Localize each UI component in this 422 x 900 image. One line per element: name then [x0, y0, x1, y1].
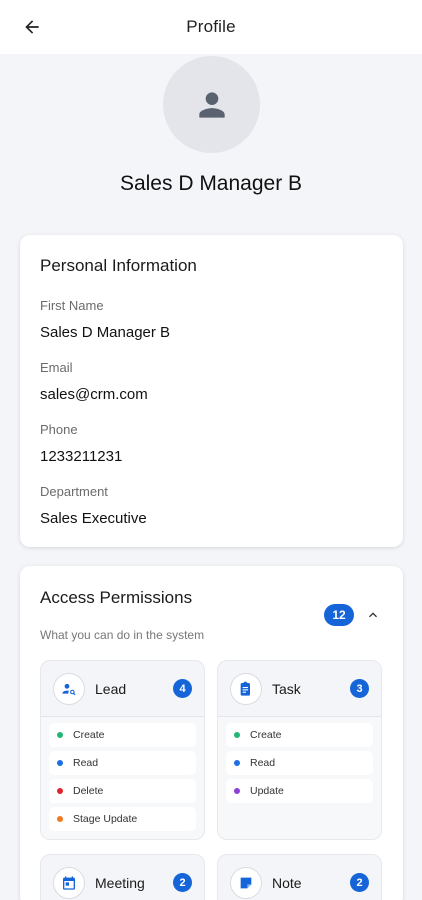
permission-module-meeting[interactable]: Meeting 2 [40, 854, 205, 900]
status-dot [57, 732, 63, 738]
first-name-field: First Name Sales D Manager B [40, 298, 383, 341]
field-label: First Name [40, 298, 104, 313]
field-value: Sales D Manager B [40, 324, 171, 341]
permission-action: Read [226, 751, 373, 775]
access-permissions-card: Access Permissions What you can do in th… [20, 566, 403, 900]
module-icon-wrap [230, 866, 262, 899]
module-actions: Create Read Update [218, 717, 381, 839]
person-search-icon [62, 683, 76, 695]
app-bar: Profile [0, 0, 422, 54]
module-count-badge: 2 [173, 873, 192, 892]
module-header: Task 3 [218, 661, 381, 717]
module-name: Meeting [95, 874, 145, 891]
permission-action: Create [226, 723, 373, 747]
status-dot [234, 788, 240, 794]
action-label: Update [250, 785, 284, 797]
module-name: Note [272, 874, 302, 891]
module-name: Lead [95, 680, 127, 697]
module-count-badge: 4 [173, 679, 192, 698]
status-dot [57, 816, 63, 822]
field-label: Department [40, 484, 108, 499]
field-value: sales@crm.com [40, 386, 148, 403]
chevron-up-icon [369, 612, 377, 618]
permission-action: Delete [49, 779, 196, 803]
personal-information-card: Personal Information First Name Sales D … [20, 235, 403, 547]
field-label: Phone [40, 422, 78, 437]
status-dot [57, 788, 63, 794]
permission-action: Create [49, 723, 196, 747]
status-dot [57, 760, 63, 766]
arrow-left-icon [25, 20, 39, 34]
field-value: 1233211231 [40, 448, 123, 465]
action-label: Read [73, 757, 99, 769]
module-icon-wrap [230, 672, 262, 705]
field-value: Sales Executive [40, 510, 147, 527]
email-field: Email sales@crm.com [40, 360, 383, 403]
permission-action: Stage Update [49, 807, 196, 831]
calendar-icon [63, 875, 75, 890]
avatar [163, 56, 260, 153]
note-icon [240, 877, 252, 888]
action-label: Create [73, 729, 105, 741]
module-icon-wrap [53, 866, 85, 899]
module-icon-wrap [53, 672, 85, 705]
department-field: Department Sales Executive [40, 484, 383, 527]
user-name: Sales D Manager B [119, 172, 303, 195]
access-permissions-subtitle: What you can do in the system [40, 628, 205, 642]
personal-information-title: Personal Information [40, 256, 197, 275]
collapse-button[interactable] [360, 602, 386, 628]
status-dot [234, 732, 240, 738]
module-header: Meeting 2 [41, 855, 204, 900]
page-title: Profile [186, 17, 236, 36]
permission-module-task[interactable]: Task 3 Create Read Update [217, 660, 382, 840]
total-permissions-badge: 12 [324, 604, 354, 626]
module-count-badge: 2 [350, 873, 369, 892]
permission-action: Update [226, 779, 373, 803]
phone-field: Phone 1233211231 [40, 422, 383, 465]
person-icon [198, 91, 225, 118]
permission-module-lead[interactable]: Lead 4 Create Read Delete Stage Update [40, 660, 205, 840]
status-dot [234, 760, 240, 766]
module-header: Lead 4 [41, 661, 204, 717]
module-header: Note 2 [218, 855, 381, 900]
field-label: Email [40, 360, 73, 375]
action-label: Read [250, 757, 276, 769]
action-label: Create [250, 729, 282, 741]
permission-module-note[interactable]: Note 2 [217, 854, 382, 900]
clipboard-icon [240, 681, 250, 696]
module-actions: Create Read Delete Stage Update [41, 717, 204, 839]
action-label: Delete [73, 785, 104, 797]
permission-action: Read [49, 751, 196, 775]
back-button[interactable] [12, 10, 52, 44]
action-label: Stage Update [73, 813, 138, 825]
module-name: Task [272, 680, 301, 697]
module-count-badge: 3 [350, 679, 369, 698]
